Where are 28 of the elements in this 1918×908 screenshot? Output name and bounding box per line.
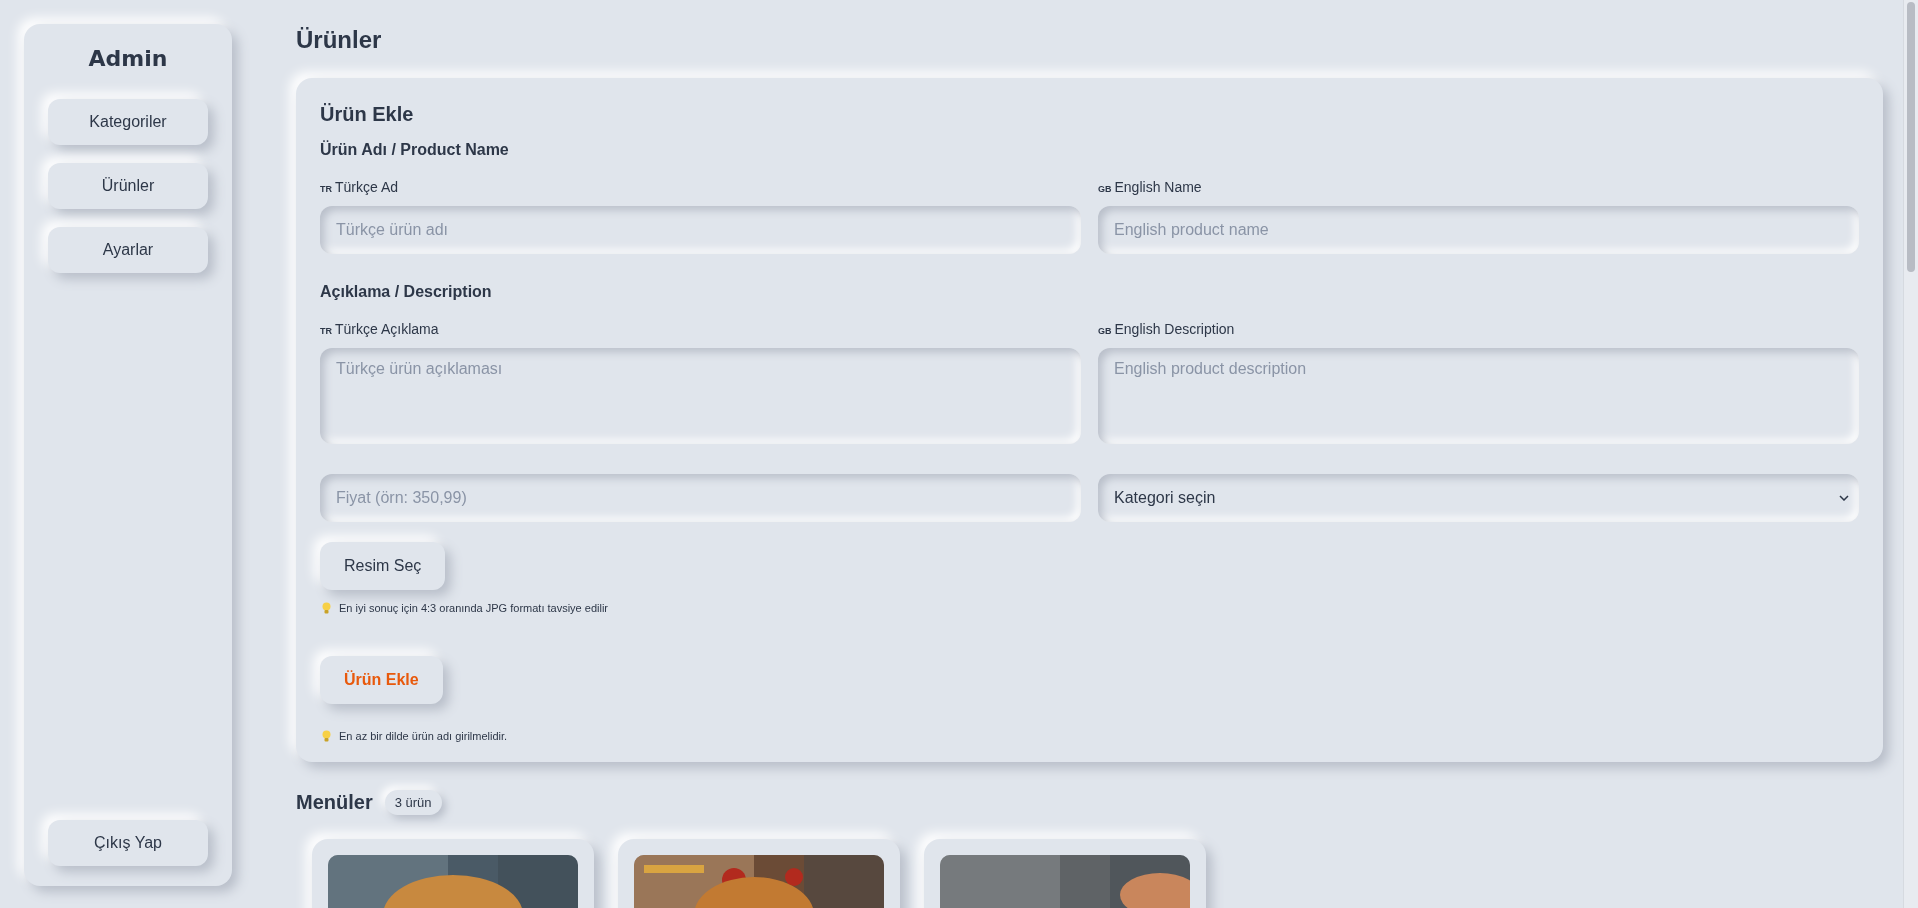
nav-button[interactable]: Ürünler <box>48 163 208 209</box>
text-area[interactable]: Türkçe ürün açıklaması <box>320 348 1081 444</box>
input-field[interactable]: Türkçe ürün adı <box>320 206 1081 254</box>
input-field[interactable]: English product name <box>1098 206 1859 254</box>
page-title: Ürünler <box>296 26 383 54</box>
count-badge: 3 ürün <box>384 790 442 815</box>
light-bulb-icon <box>322 730 331 742</box>
hint-text: En iyi sonuç için 4:3 oranında JPG formatı tavsiye edilir <box>339 602 608 614</box>
sidebar-title: Admin <box>88 46 168 71</box>
light-bulb-icon <box>322 602 331 614</box>
section-heading: Açıklama / Description <box>320 282 493 302</box>
price-field[interactable]: Fiyat (örn: 350,99) <box>320 474 1081 522</box>
category-select[interactable]: Kategori seçin <box>1098 474 1859 522</box>
section-title: Menüler <box>296 791 373 814</box>
chevron-down-icon <box>1839 495 1849 501</box>
field-label: TR Türkçe Ad <box>320 178 400 197</box>
section-heading: Ürün Adı / Product Name <box>320 140 510 160</box>
scrollbar[interactable] <box>1903 0 1918 908</box>
field-label: GB English Name <box>1098 178 1203 197</box>
field-label: TR Türkçe Açıklama <box>320 320 440 339</box>
logout-button[interactable]: Çıkış Yap <box>48 820 208 866</box>
choose-image-button[interactable]: Resim Seç <box>320 542 446 590</box>
field-label: GB English Description <box>1098 320 1236 339</box>
card-title: Ürün Ekle <box>320 102 415 126</box>
text-area[interactable]: English product description <box>1098 348 1859 444</box>
hint-text: En az bir dilde ürün adı girilmelidir. <box>339 730 508 742</box>
nav-button[interactable]: Kategoriler <box>48 99 208 145</box>
nav-button[interactable]: Ayarlar <box>48 227 208 273</box>
